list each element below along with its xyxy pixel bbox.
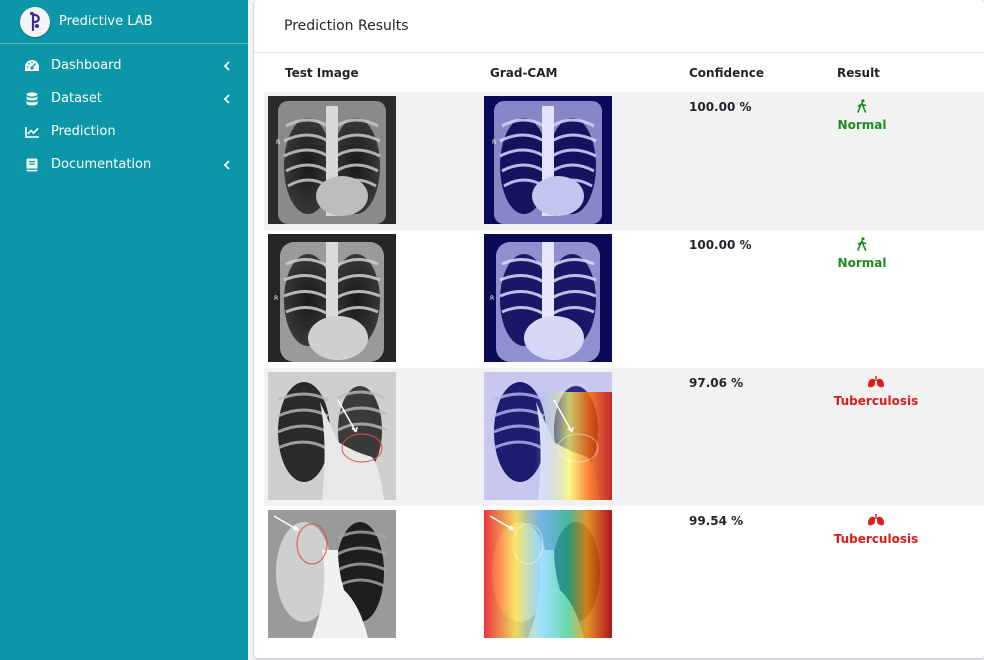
line-chart-icon (24, 124, 40, 140)
header-gradcam: Grad-CAM (490, 66, 558, 80)
sidebar: Predictive LAB Dashboard Dataset Predict… (0, 0, 248, 660)
svg-text:R: R (274, 295, 278, 302)
sidebar-item-prediction[interactable]: Prediction (0, 115, 248, 148)
table-row: R R 100.00 % Normal (264, 92, 984, 230)
dashboard-gauge-icon (24, 58, 40, 74)
test-xray-image: R (268, 96, 396, 224)
chevron-left-icon (222, 159, 232, 171)
gradcam-heatmap-image (484, 372, 612, 500)
sidebar-item-dashboard[interactable]: Dashboard (0, 49, 248, 82)
sidebar-item-label: Dataset (51, 91, 102, 106)
table-header-row: Test Image Grad-CAM Confidence Result (264, 54, 984, 92)
result-cell: Normal (837, 236, 887, 270)
gradcam-heatmap-image: R (484, 96, 612, 224)
test-xray-image (268, 372, 396, 500)
table-row: 97.06 % Tuberculosis (264, 368, 984, 506)
gradcam-heatmap-image (484, 510, 612, 638)
main-content: Prediction Results Test Image Grad-CAM C… (248, 0, 984, 660)
result-cell: Tuberculosis (833, 374, 919, 408)
walking-person-icon (857, 98, 867, 114)
table-row: R R 100.00 % Normal (264, 230, 984, 368)
svg-text:R: R (490, 295, 494, 302)
chevron-left-icon (222, 60, 232, 72)
sidebar-nav: Dashboard Dataset Prediction Documentati… (0, 44, 248, 181)
card-title: Prediction Results (284, 18, 409, 34)
book-icon (24, 157, 40, 173)
svg-text:R: R (492, 139, 496, 146)
lungs-icon (867, 374, 885, 390)
result-label: Tuberculosis (833, 532, 919, 546)
gradcam-heatmap-image: R (484, 234, 612, 362)
header-confidence: Confidence (689, 66, 765, 80)
result-label: Normal (837, 256, 887, 270)
confidence-value: 97.06 % (679, 368, 827, 506)
test-xray-image: R (268, 234, 396, 362)
sidebar-item-label: Dashboard (51, 58, 122, 73)
walking-person-icon (857, 236, 867, 252)
header-test-image: Test Image (285, 66, 359, 80)
confidence-value: 100.00 % (689, 238, 752, 252)
chevron-left-icon (222, 93, 232, 105)
svg-text:R: R (276, 139, 280, 146)
test-xray-image (268, 510, 396, 638)
results-table: Test Image Grad-CAM Confidence Result R … (264, 54, 984, 644)
table-row: 99.54 % Tuberculosis (264, 506, 984, 644)
confidence-value: 100.00 % (679, 92, 827, 230)
result-cell: Tuberculosis (833, 512, 919, 546)
result-label: Normal (837, 118, 887, 132)
sidebar-item-documentation[interactable]: Documentation (0, 148, 248, 181)
sidebar-item-dataset[interactable]: Dataset (0, 82, 248, 115)
result-label: Tuberculosis (833, 394, 919, 408)
p-logo-icon (20, 6, 50, 37)
header-result: Result (837, 66, 880, 80)
confidence-value: 99.54 % (689, 514, 744, 528)
sidebar-item-label: Prediction (51, 124, 116, 139)
brand-link[interactable]: Predictive LAB (0, 0, 248, 44)
brand-title: Predictive LAB (59, 14, 153, 29)
lungs-icon (867, 512, 885, 528)
prediction-results-card: Prediction Results Test Image Grad-CAM C… (254, 0, 984, 658)
database-icon (24, 91, 40, 107)
card-header: Prediction Results (254, 0, 984, 53)
sidebar-item-label: Documentation (51, 157, 152, 172)
result-cell: Normal (837, 98, 887, 132)
